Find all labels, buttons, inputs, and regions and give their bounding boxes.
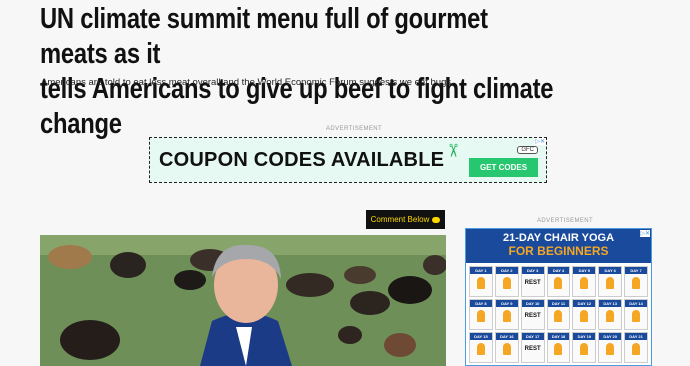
- yoga-day-cell: DAY 1: [469, 266, 493, 297]
- ad-label-top: ADVERTISEMENT: [326, 126, 383, 132]
- yoga-day-label: DAY 14: [625, 300, 647, 307]
- yoga-day-cell: DAY 4: [546, 266, 571, 297]
- yoga-day-label: DAY 17: [521, 333, 544, 340]
- yoga-day-label: DAY 11: [547, 300, 570, 307]
- yoga-day-label: DAY 7: [625, 267, 647, 274]
- yoga-day-cell: DAY 3 REST: [520, 266, 545, 297]
- yoga-pose-figure: [476, 310, 485, 322]
- yoga-day-label: DAY 21: [625, 333, 647, 340]
- yoga-pose-figure: [632, 310, 641, 322]
- yoga-day-grid: DAY 1 DAY 2 DAY 3 REST DAY 4 DAY 5 DAY 6 DAY 7 D…: [466, 263, 651, 365]
- yoga-day-cell: DAY 13: [598, 299, 623, 330]
- yoga-day-cell: DAY 2: [494, 266, 519, 297]
- yoga-pose-figure: [502, 343, 511, 355]
- yoga-day-label: DAY 19: [573, 333, 596, 340]
- yoga-day-label: DAY 2: [495, 267, 518, 274]
- yoga-pose-figure: [476, 277, 485, 289]
- adchoices-icon[interactable]: ▷✕: [640, 230, 650, 237]
- yoga-pose-figure: [580, 343, 589, 355]
- yoga-day-label: DAY 12: [573, 300, 596, 307]
- yoga-rest-label: REST: [524, 346, 541, 352]
- ad-label-side: ADVERTISEMENT: [537, 218, 594, 224]
- yoga-day-label: DAY 15: [470, 333, 492, 340]
- yoga-day-label: DAY 20: [599, 333, 622, 340]
- yoga-day-cell: DAY 5: [572, 266, 597, 297]
- yoga-day-label: DAY 1: [470, 267, 492, 274]
- comment-bubble-icon: [432, 216, 441, 223]
- yoga-day-label: DAY 16: [495, 333, 518, 340]
- headline-line-1: UN climate summit menu full of gourmet m…: [40, 3, 488, 70]
- coupon-badge: GFC: [517, 146, 538, 154]
- yoga-pose-figure: [580, 277, 589, 289]
- adchoices-icon[interactable]: ▷✕: [534, 138, 546, 145]
- yoga-day-cell: DAY 9: [494, 299, 519, 330]
- comment-button-label: Comment Below: [370, 215, 430, 224]
- yoga-day-label: DAY 3: [521, 267, 544, 274]
- yoga-day-cell: DAY 15: [469, 332, 493, 363]
- yoga-pose-figure: [580, 310, 589, 322]
- yoga-pose-figure: [632, 277, 641, 289]
- yoga-ad-header: 21-DAY CHAIR YOGA FOR BEGINNERS: [466, 229, 651, 263]
- yoga-day-label: DAY 6: [599, 267, 622, 274]
- yoga-day-cell: DAY 7: [624, 266, 648, 297]
- yoga-pose-figure: [554, 343, 563, 355]
- yoga-day-cell: DAY 19: [572, 332, 597, 363]
- yoga-pose-figure: [606, 310, 615, 322]
- yoga-day-label: DAY 10: [521, 300, 544, 307]
- coupon-ad[interactable]: COUPON CODES AVAILABLE ✂ GFC GET CODES ▷…: [149, 137, 547, 183]
- yoga-pose-figure: [502, 310, 511, 322]
- yoga-day-cell: DAY 11: [546, 299, 571, 330]
- hero-image-graphic: [40, 235, 446, 366]
- yoga-rest-label: REST: [524, 313, 541, 319]
- yoga-day-label: DAY 4: [547, 267, 570, 274]
- yoga-day-cell: DAY 20: [598, 332, 623, 363]
- yoga-pose-figure: [502, 277, 511, 289]
- yoga-day-cell: DAY 8: [469, 299, 493, 330]
- yoga-pose-figure: [606, 277, 615, 289]
- yoga-ad-subtitle: FOR BEGINNERS: [508, 244, 609, 258]
- yoga-day-cell: DAY 21: [624, 332, 648, 363]
- yoga-day-cell: DAY 6: [598, 266, 623, 297]
- article-hero-image: [40, 235, 446, 366]
- yoga-ad-title: 21-DAY CHAIR YOGA: [502, 232, 615, 244]
- yoga-day-cell: DAY 18: [546, 332, 571, 363]
- yoga-day-cell: DAY 10 REST: [520, 299, 545, 330]
- get-codes-button[interactable]: GET CODES: [469, 158, 538, 177]
- yoga-rest-label: REST: [524, 280, 541, 286]
- yoga-pose-figure: [554, 310, 563, 322]
- yoga-day-label: DAY 5: [573, 267, 596, 274]
- yoga-day-cell: DAY 16: [494, 332, 519, 363]
- coupon-ad-text: COUPON CODES AVAILABLE: [159, 149, 445, 171]
- yoga-day-label: DAY 13: [599, 300, 622, 307]
- yoga-day-cell: DAY 14: [624, 299, 648, 330]
- yoga-day-label: DAY 9: [495, 300, 518, 307]
- yoga-pose-figure: [554, 277, 563, 289]
- scissors-icon: ✂: [443, 142, 464, 159]
- yoga-day-cell: DAY 17 REST: [520, 332, 545, 363]
- yoga-pose-figure: [632, 343, 641, 355]
- article-subheadline: Americans are told to eat less meat over…: [41, 77, 454, 88]
- article-headline: UN climate summit menu full of gourmet m…: [40, 2, 557, 142]
- yoga-day-label: DAY 8: [470, 300, 492, 307]
- yoga-pose-figure: [476, 343, 485, 355]
- yoga-day-cell: DAY 12: [572, 299, 597, 330]
- yoga-day-label: DAY 18: [547, 333, 570, 340]
- yoga-pose-figure: [606, 343, 615, 355]
- comment-below-button[interactable]: Comment Below: [366, 210, 445, 229]
- chair-yoga-ad[interactable]: 21-DAY CHAIR YOGA FOR BEGINNERS ▷✕ DAY 1…: [465, 228, 652, 366]
